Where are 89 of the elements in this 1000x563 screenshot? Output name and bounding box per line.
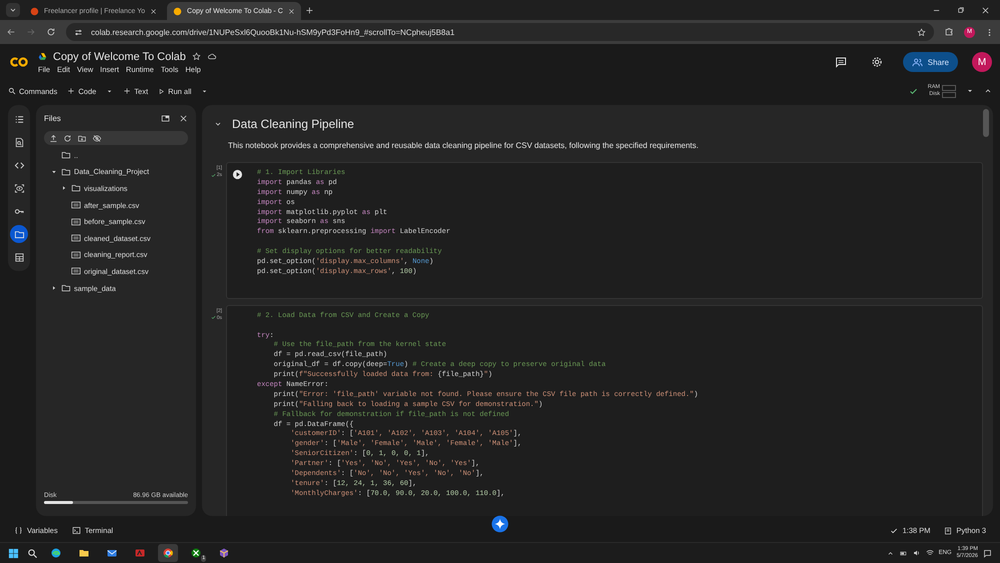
check-icon bbox=[908, 86, 918, 96]
server-icon bbox=[944, 526, 952, 534]
plus-icon bbox=[67, 87, 76, 95]
extensions-icon[interactable] bbox=[944, 27, 954, 37]
site-info-icon bbox=[74, 28, 83, 36]
folder-icon bbox=[71, 183, 81, 194]
drive-icon bbox=[38, 52, 47, 61]
collapse-chevron-icon[interactable] bbox=[214, 120, 222, 128]
account-avatar[interactable]: M bbox=[972, 52, 992, 72]
chevron-up-icon[interactable] bbox=[886, 550, 894, 556]
refresh-icon[interactable] bbox=[63, 134, 72, 142]
settings-icon[interactable] bbox=[870, 56, 883, 68]
star-icon[interactable] bbox=[192, 52, 201, 61]
close-icon[interactable] bbox=[150, 8, 158, 14]
code-cell[interactable] bbox=[226, 304, 983, 516]
variables-icon bbox=[14, 182, 24, 194]
find-icon bbox=[14, 136, 24, 148]
close-icon[interactable] bbox=[179, 114, 188, 122]
restore-icon[interactable] bbox=[957, 6, 965, 14]
back-icon[interactable] bbox=[6, 27, 16, 37]
close-icon[interactable] bbox=[288, 8, 295, 14]
folder-icon bbox=[14, 228, 24, 240]
csv-file-icon bbox=[71, 250, 81, 260]
site-icon bbox=[30, 6, 39, 16]
expanded-arrow-icon[interactable] bbox=[51, 168, 57, 175]
section-heading: Data Cleaning Pipeline bbox=[232, 117, 354, 131]
reload-icon[interactable] bbox=[46, 27, 56, 37]
browser-app-icon bbox=[50, 547, 62, 559]
cube-app-icon bbox=[218, 547, 230, 559]
folder-app-icon bbox=[78, 547, 90, 559]
speaker-icon[interactable] bbox=[912, 549, 921, 557]
hidden-files-icon[interactable] bbox=[92, 134, 102, 142]
colab-icon bbox=[173, 6, 182, 16]
notifications-icon[interactable] bbox=[983, 548, 992, 558]
new-folder-icon[interactable] bbox=[77, 134, 87, 142]
side-rail-button[interactable] bbox=[10, 225, 28, 243]
new-tab-icon[interactable] bbox=[304, 6, 314, 14]
code-cell[interactable] bbox=[226, 162, 983, 299]
bookmark-star-icon[interactable] bbox=[917, 28, 926, 36]
search-icon[interactable] bbox=[27, 548, 38, 558]
cloud-icon[interactable] bbox=[206, 52, 217, 61]
address-bar[interactable]: colab.research.google.com/drive/1NUPeSxl6QuooBk1Nu-hSM9yPd3FoHn9_#scrollTo=NCpheuj5B8a1 bbox=[66, 23, 934, 41]
pop-out-icon[interactable] bbox=[160, 114, 171, 122]
run-cell-icon[interactable] bbox=[232, 169, 242, 180]
tab-search-button[interactable] bbox=[6, 3, 20, 17]
csv-file-icon bbox=[71, 233, 81, 244]
share-button[interactable]: Share bbox=[902, 52, 958, 72]
csv-file-icon bbox=[71, 216, 81, 227]
close-icon[interactable] bbox=[981, 6, 990, 14]
windows-start-icon[interactable] bbox=[8, 548, 19, 558]
code-icon bbox=[14, 160, 24, 170]
sparkle-icon[interactable] bbox=[491, 515, 509, 533]
notebook-title[interactable]: Copy of Welcome To Colab bbox=[53, 50, 186, 62]
wifi-icon[interactable] bbox=[926, 549, 934, 557]
chevron-down-icon bbox=[9, 6, 17, 14]
chrome-app-icon bbox=[162, 547, 174, 559]
panel-title: Files bbox=[44, 114, 62, 122]
colab-logo-icon bbox=[8, 55, 30, 69]
check-icon bbox=[890, 526, 898, 534]
caret-icon[interactable] bbox=[201, 88, 208, 94]
table-of-contents-icon bbox=[14, 114, 24, 124]
app-icon bbox=[134, 547, 146, 559]
people-icon bbox=[912, 56, 923, 68]
check-icon bbox=[210, 315, 216, 320]
plus-icon bbox=[123, 87, 132, 95]
upload-icon[interactable] bbox=[49, 134, 58, 142]
csv-file-icon bbox=[71, 266, 81, 276]
folder-icon bbox=[61, 150, 71, 160]
chevron-up-icon[interactable] bbox=[984, 87, 992, 95]
collapsed-arrow-icon[interactable] bbox=[61, 185, 67, 192]
taskbar-app[interactable] bbox=[158, 544, 178, 562]
table-icon bbox=[14, 252, 24, 262]
xbox-app-icon bbox=[190, 547, 202, 559]
scrollbar[interactable] bbox=[983, 109, 989, 137]
mail-app-icon bbox=[106, 547, 118, 559]
caret-icon[interactable] bbox=[966, 87, 974, 95]
collapsed-arrow-icon[interactable] bbox=[51, 285, 57, 292]
caret-icon[interactable] bbox=[106, 88, 114, 94]
battery-icon[interactable] bbox=[898, 550, 908, 556]
check-icon bbox=[210, 172, 216, 178]
play-icon bbox=[158, 88, 166, 94]
search-icon bbox=[8, 87, 16, 95]
comment-icon[interactable] bbox=[834, 56, 847, 68]
csv-file-icon bbox=[71, 200, 81, 210]
text-cell-paragraph: This notebook provides a comprehensive and reusable data cleaning pipeline for CSV datasets, following the specified requirements. bbox=[228, 141, 700, 150]
folder-icon bbox=[61, 166, 71, 177]
terminal-icon bbox=[72, 526, 81, 535]
folder-icon bbox=[61, 283, 71, 294]
braces-icon bbox=[14, 526, 23, 535]
